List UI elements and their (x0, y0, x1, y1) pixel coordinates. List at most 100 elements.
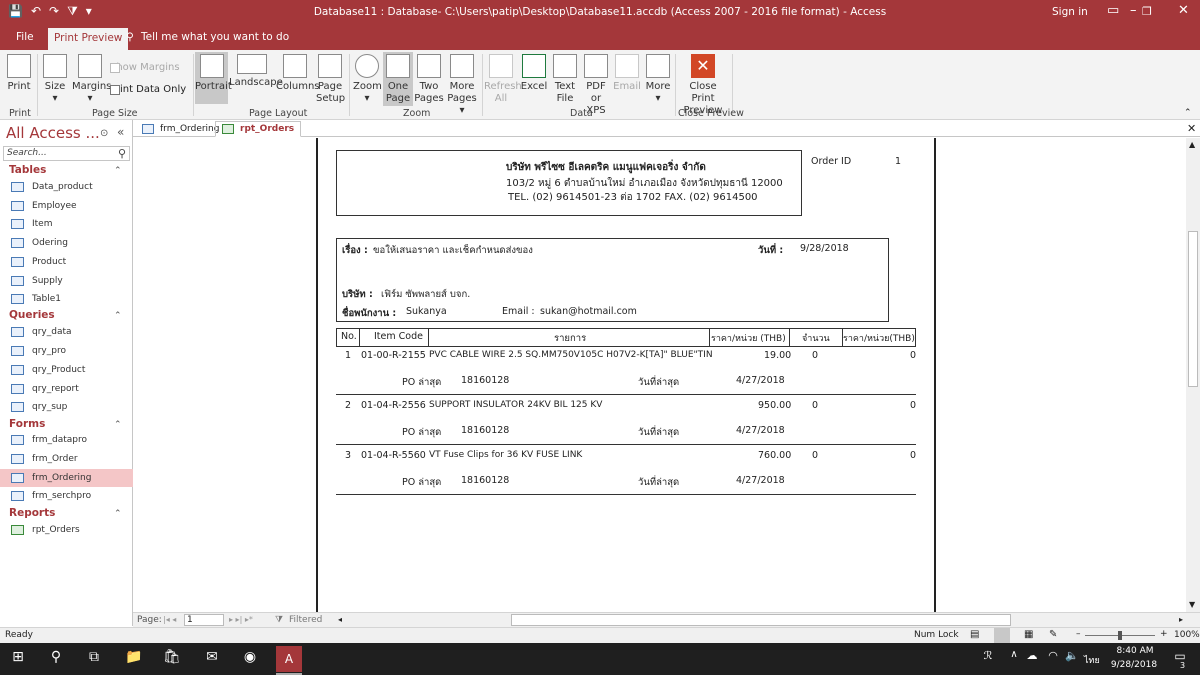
chrome-icon[interactable]: ◉ (240, 649, 260, 669)
mail-icon[interactable]: ✉ (202, 649, 222, 669)
landscape-button[interactable]: Landscape (229, 54, 283, 89)
nav-item[interactable]: Table1 (0, 290, 133, 308)
size-button[interactable]: Size ▾ (42, 54, 68, 105)
input-language[interactable]: ไทย (1084, 653, 1100, 667)
clock-time[interactable]: 8:40 AM (1110, 646, 1160, 656)
search-icon[interactable]: ⚲ (46, 649, 66, 669)
close-document-icon[interactable]: ✕ (1187, 122, 1196, 135)
nav-item[interactable]: rpt_Orders (0, 521, 133, 539)
refresh-all-button[interactable]: Refresh All (484, 54, 522, 105)
margins-icon (78, 54, 102, 78)
restore-icon[interactable]: ❐ (1142, 5, 1152, 18)
nav-search-input[interactable]: Search... ⚲ (3, 146, 130, 161)
nav-group-reports[interactable]: Reports (9, 507, 55, 519)
zoom-out-icon[interactable]: – (1076, 629, 1081, 639)
scroll-left-icon[interactable]: ◂ (338, 615, 342, 624)
zoom-in-icon[interactable]: + (1160, 629, 1168, 639)
close-window-icon[interactable]: ✕ (1178, 3, 1189, 18)
file-explorer-icon[interactable]: 📁 (124, 649, 144, 669)
nav-item[interactable]: frm_Order (0, 450, 133, 468)
nav-item[interactable]: Supply (0, 272, 133, 290)
start-icon[interactable]: ⊞ (8, 649, 28, 669)
doc-tab-frm-ordering[interactable]: frm_Ordering (136, 121, 225, 137)
collapse-reports-icon[interactable]: ⌃ (114, 509, 122, 519)
nav-group-tables[interactable]: Tables (9, 164, 46, 176)
vertical-scroll-thumb[interactable] (1188, 231, 1198, 387)
print-data-only-checkbox[interactable]: Print Data Only (110, 84, 186, 95)
collapse-ribbon-icon[interactable]: ⌃ (1184, 108, 1192, 118)
wifi-icon[interactable]: ◠ (1043, 649, 1063, 669)
nav-header[interactable]: All Access ... (6, 124, 100, 142)
last-page-icon[interactable]: ▸ ▸| ▸* (229, 615, 253, 624)
collapse-forms-icon[interactable]: ⌃ (114, 420, 122, 430)
access-app-icon[interactable]: A (276, 646, 302, 672)
subject-value: ขอให้เสนอราคา และเช็คกำหนดส่งของ (373, 245, 533, 256)
nav-item[interactable]: frm_datapro (0, 431, 133, 449)
print-preview-view-icon[interactable] (994, 628, 1010, 643)
tell-me-box[interactable]: Tell me what you want to do (141, 31, 289, 43)
scroll-right-icon[interactable]: ▸ (1179, 615, 1183, 624)
magnifier-icon (355, 54, 379, 78)
nav-menu-icon[interactable]: ⊙ (100, 128, 108, 139)
collapse-tables-icon[interactable]: ⌃ (114, 166, 122, 176)
print-button[interactable]: Print (5, 54, 33, 93)
onedrive-icon[interactable]: ☁ (1022, 649, 1042, 669)
layout-view-icon[interactable]: ▦ (1024, 629, 1033, 640)
page-number-input[interactable]: 1 (184, 614, 224, 626)
document-tabs: frm_Ordering rpt_Orders ✕ (133, 120, 1200, 137)
collapse-queries-icon[interactable]: ⌃ (114, 311, 122, 321)
nav-item[interactable]: Odering (0, 234, 133, 252)
show-margins-checkbox[interactable]: Show Margins (110, 62, 180, 73)
filtered-status[interactable]: Filtered (289, 615, 322, 625)
nav-item[interactable]: frm_serchpro (0, 487, 133, 505)
minimize-icon[interactable]: – (1130, 3, 1137, 18)
one-page-button[interactable]: One Page (383, 52, 413, 106)
tab-print-preview[interactable]: Print Preview (48, 28, 129, 50)
store-icon[interactable]: 🛍 (162, 649, 182, 669)
nav-item[interactable]: qry_report (0, 380, 133, 398)
two-pages-button[interactable]: Two Pages (414, 54, 444, 105)
design-view-icon[interactable]: ✎ (1049, 629, 1057, 640)
nav-item-selected[interactable]: frm_Ordering (0, 469, 133, 487)
nav-item[interactable]: Employee (0, 197, 133, 215)
nav-item[interactable]: qry_pro (0, 342, 133, 360)
clock-date[interactable]: 9/28/2018 (1106, 660, 1162, 670)
tell-me-icon[interactable]: ⚲ (126, 31, 134, 43)
horizontal-scroll-thumb[interactable] (511, 614, 1011, 626)
nav-item[interactable]: qry_sup (0, 398, 133, 416)
volume-icon[interactable]: 🔈 (1062, 649, 1082, 669)
nav-group-queries[interactable]: Queries (9, 309, 55, 321)
doc-tab-rpt-orders[interactable]: rpt_Orders (215, 121, 302, 137)
tray-chevron-icon[interactable]: ∧ (1004, 649, 1024, 669)
report-view-icon[interactable]: ▤ (970, 629, 979, 640)
nav-item[interactable]: qry_data (0, 323, 133, 341)
more-pages-button[interactable]: More Pages ▾ (445, 54, 479, 117)
zoom-button[interactable]: Zoom ▾ (353, 54, 382, 105)
more-button[interactable]: More ▾ (644, 54, 672, 105)
people-icon[interactable]: ℛ (978, 649, 998, 669)
nav-item[interactable]: Data_product (0, 178, 133, 196)
nav-item[interactable]: qry_Product (0, 361, 133, 379)
table-icon (11, 238, 24, 248)
ribbon-options-icon[interactable]: ▭ (1107, 3, 1119, 18)
portrait-button[interactable]: Portrait (195, 52, 232, 104)
nav-group-forms[interactable]: Forms (9, 418, 45, 430)
first-page-icon[interactable]: |◂ ◂ (163, 615, 176, 624)
shutter-bar-icon[interactable]: « (117, 125, 124, 139)
nav-item[interactable]: Product (0, 253, 133, 271)
page-setup-button[interactable]: Page Setup (316, 54, 345, 105)
search-icon[interactable]: ⚲ (118, 147, 126, 160)
sign-in-link[interactable]: Sign in (1052, 6, 1088, 18)
nav-item[interactable]: Item (0, 215, 133, 233)
columns-button[interactable]: Columns (276, 54, 320, 93)
vertical-scrollbar[interactable]: ▲ ▼ (1186, 138, 1200, 612)
email-button[interactable]: Email (613, 54, 641, 93)
tab-file[interactable]: File (16, 31, 34, 43)
margins-button[interactable]: Margins ▾ (72, 54, 111, 105)
text-file-button[interactable]: Text File (551, 54, 579, 105)
zoom-slider-thumb[interactable] (1118, 631, 1122, 640)
scroll-down-icon[interactable]: ▼ (1189, 600, 1195, 609)
scroll-up-icon[interactable]: ▲ (1189, 140, 1195, 149)
task-view-icon[interactable]: ⧉ (84, 649, 104, 669)
excel-button[interactable]: Excel (520, 54, 548, 93)
